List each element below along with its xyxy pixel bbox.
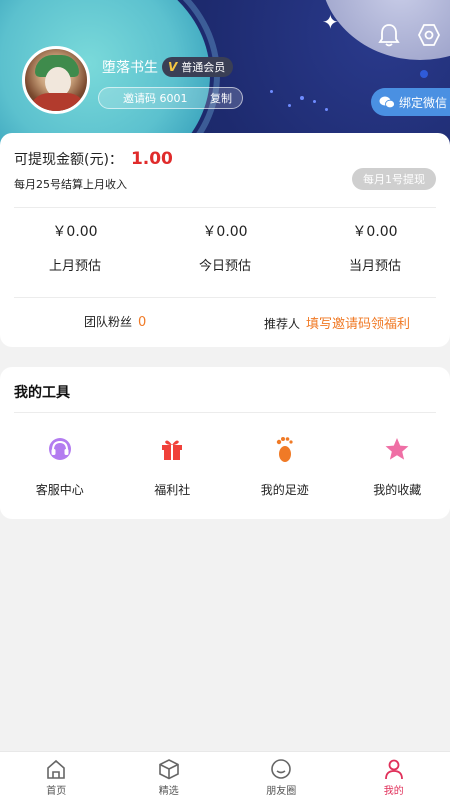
referrer: 推荐人 填写邀请码领福利 bbox=[264, 313, 410, 332]
tool-label: 福利社 bbox=[154, 483, 191, 497]
invite-code-box: 邀请码 6001 复制 bbox=[98, 87, 243, 109]
chat-icon bbox=[271, 759, 292, 779]
referrer-label: 推荐人 bbox=[264, 317, 301, 331]
box-icon bbox=[158, 759, 179, 780]
decor-dot bbox=[420, 70, 428, 78]
stat-last-month: ￥0.00 上月预估 bbox=[0, 221, 150, 274]
tab-label: 首页 bbox=[46, 786, 67, 797]
decor-dot bbox=[300, 96, 304, 100]
stat-label: 今日预估 bbox=[198, 259, 251, 274]
stat-label: 当月预估 bbox=[348, 259, 401, 274]
tab-label: 精选 bbox=[158, 786, 179, 797]
gift-icon bbox=[120, 435, 226, 463]
tools-title: 我的工具 bbox=[14, 385, 70, 401]
bind-wechat-button[interactable]: 绑定微信 bbox=[371, 88, 450, 116]
user-icon bbox=[384, 759, 403, 780]
divider bbox=[14, 297, 436, 298]
bottom-tab-bar: 首页 精选 朋友圈 我的 bbox=[0, 751, 450, 800]
tool-favorites[interactable]: 我的收藏 bbox=[345, 435, 450, 498]
tool-customer-service[interactable]: 客服中心 bbox=[7, 435, 113, 498]
username: 堕落书生 bbox=[102, 60, 158, 76]
withdraw-button[interactable]: 每月1号提现 bbox=[352, 168, 436, 190]
member-level-label: 普通会员 bbox=[181, 61, 226, 74]
stat-value: ￥0.00 bbox=[202, 224, 248, 240]
home-icon bbox=[47, 759, 66, 779]
tab-featured[interactable]: 精选 bbox=[113, 752, 226, 800]
tool-footprint[interactable]: 我的足迹 bbox=[232, 435, 338, 498]
withdrawable-amount: 1.00 bbox=[130, 149, 173, 169]
stat-value: ￥0.00 bbox=[52, 224, 98, 240]
stat-this-month: ￥0.00 当月预估 bbox=[300, 221, 450, 274]
footprint-icon bbox=[232, 435, 338, 463]
decor-dot bbox=[313, 100, 316, 103]
stat-value: ￥0.00 bbox=[352, 224, 398, 240]
team-fans-label: 团队粉丝 bbox=[84, 315, 133, 329]
team-fans-count: 0 bbox=[138, 315, 147, 330]
settle-note: 每月25号结算上月收入 bbox=[14, 178, 127, 191]
tools-grid: 客服中心 福利社 我的足迹 我的收藏 bbox=[0, 435, 450, 498]
wechat-icon bbox=[379, 96, 395, 109]
tab-moments[interactable]: 朋友圈 bbox=[225, 752, 338, 800]
team-fans[interactable]: 团队粉丝 0 bbox=[84, 313, 146, 330]
tool-label: 我的收藏 bbox=[373, 483, 422, 497]
earnings-card: 可提现金额(元)： 1.00 每月25号结算上月收入 每月1号提现 ￥0.00 … bbox=[0, 133, 450, 347]
tools-card: 我的工具 客服中心 福利社 我的足迹 我的收藏 bbox=[0, 367, 450, 519]
bell-icon[interactable] bbox=[376, 22, 402, 48]
earnings-stats: ￥0.00 上月预估 ￥0.00 今日预估 ￥0.00 当月预估 bbox=[0, 221, 450, 274]
tab-label: 朋友圈 bbox=[266, 786, 297, 797]
tab-home[interactable]: 首页 bbox=[0, 752, 113, 800]
divider bbox=[14, 207, 436, 208]
withdrawable-row: 可提现金额(元)： 1.00 bbox=[14, 149, 173, 169]
decor-dot bbox=[325, 108, 328, 111]
settings-icon[interactable] bbox=[416, 22, 442, 48]
tool-welfare[interactable]: 福利社 bbox=[120, 435, 226, 498]
tab-mine[interactable]: 我的 bbox=[338, 752, 450, 800]
stat-today: ￥0.00 今日预估 bbox=[150, 221, 300, 274]
decor-dot bbox=[270, 90, 273, 93]
avatar[interactable] bbox=[22, 46, 90, 114]
bind-wechat-label: 绑定微信 bbox=[399, 95, 448, 110]
vip-icon: V bbox=[168, 60, 178, 74]
withdrawable-label: 可提现金额(元)： bbox=[14, 152, 123, 168]
divider bbox=[14, 412, 436, 413]
sparkle-icon: ✦ bbox=[322, 10, 339, 34]
stat-label: 上月预估 bbox=[48, 259, 101, 274]
tab-label: 我的 bbox=[383, 786, 404, 797]
decor-dot bbox=[288, 104, 291, 107]
member-badge: V 普通会员 bbox=[162, 57, 234, 77]
tool-label: 我的足迹 bbox=[260, 483, 309, 497]
tool-label: 客服中心 bbox=[35, 483, 84, 497]
headset-icon bbox=[7, 435, 113, 463]
invite-code: 邀请码 6001 bbox=[123, 92, 188, 105]
enter-invite-code-link[interactable]: 填写邀请码领福利 bbox=[306, 313, 410, 332]
copy-button[interactable]: 复制 bbox=[210, 90, 232, 106]
star-icon bbox=[345, 435, 450, 463]
